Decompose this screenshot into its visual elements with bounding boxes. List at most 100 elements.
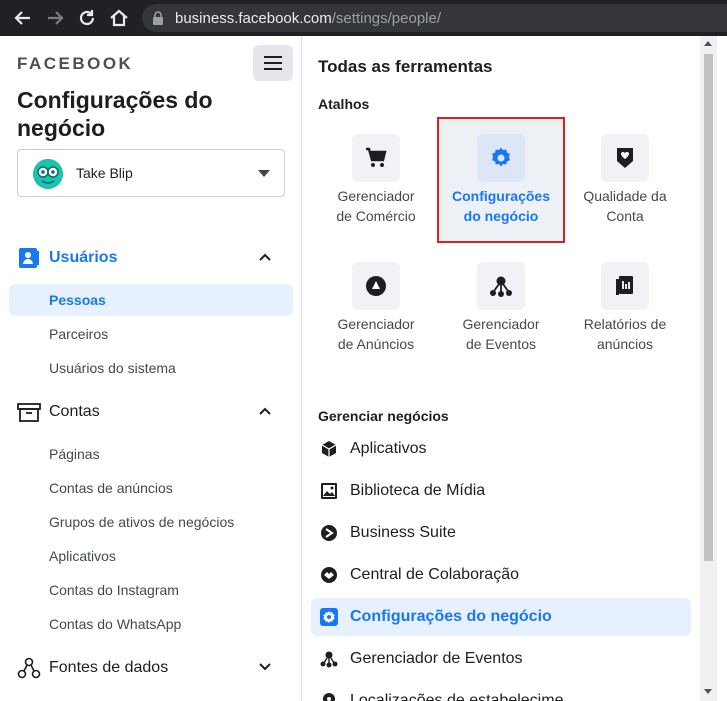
main-scrollbar[interactable] [700,36,717,701]
section-label: Usuários [49,249,118,266]
tool-gerenciador-eventos[interactable]: Gerenciador de Eventos [311,640,691,678]
sidebar-item-label: Contas do WhatsApp [49,616,182,632]
account-name: Take Blip [76,165,133,181]
ads-manager-icon [366,276,386,296]
tile-label-line2: anúncios [596,336,654,352]
forward-arrow-icon[interactable] [44,7,66,29]
sidebar-item-label: Contas do Instagram [49,582,179,598]
tile-label-line1: Qualidade da [583,188,667,204]
tool-configuracoes-negocio[interactable]: Configurações do negócio [311,598,691,636]
url-path: /settings/people/ [331,10,442,27]
browser-toolbar: business.facebook.com/settings/people/ [0,0,727,36]
section-usuarios[interactable]: Usuários [0,240,301,276]
sidebar-item-instagram[interactable]: Contas do Instagram [9,574,293,606]
shield-icon [617,148,633,168]
tile-label-line2: de Eventos [465,336,537,352]
sidebar-item-paginas[interactable]: Páginas [9,438,293,470]
sidebar-item-label: Parceiros [49,326,109,342]
section-contas[interactable]: Contas [0,394,301,430]
section-label: Fontes de dados [49,659,169,676]
shortcut-configuracoes-negocio-highlighted[interactable]: Configurações do negócio [439,134,563,254]
sidebar-item-parceiros[interactable]: Parceiros [9,318,293,350]
shopping-cart-icon [366,147,387,167]
tile-label-line2: de Comércio [336,208,416,224]
tool-label: Central de Colaboração [350,566,519,583]
panel-title: Todas as ferramentas [318,57,493,76]
tool-biblioteca-midia[interactable]: Biblioteca de Mídia [311,472,691,510]
shortcut-gerenciador-comercio[interactable]: Gerenciador de Comércio [314,134,438,254]
tile-label-line1: Gerenciador [462,316,540,332]
sidebar-item-contas-anuncios[interactable]: Contas de anúncios [9,472,293,504]
sidebar-item-aplicativos[interactable]: Aplicativos [9,540,293,572]
sidebar-item-label: Páginas [49,446,100,462]
sidebar: FACEBOOK Configurações do negócio Take B… [0,36,302,701]
chevron-down-icon [259,663,271,671]
tile-label-line2: do negócio [463,208,539,224]
section-label: Contas [49,403,100,420]
tool-label: Aplicativos [350,440,427,457]
section-fontes-dados[interactable]: Fontes de dados [0,650,301,686]
shortcut-gerenciador-eventos[interactable]: Gerenciador de Eventos [439,262,563,382]
users-icon [19,248,39,268]
scroll-down-arrow-icon[interactable] [704,689,712,694]
sidebar-item-whatsapp[interactable]: Contas do WhatsApp [9,608,293,640]
tool-aplicativos[interactable]: Aplicativos [311,430,691,468]
business-account-selector[interactable]: Take Blip [17,149,285,197]
business-suite-icon [321,525,337,541]
manage-business-label: Gerenciar negócios [318,408,449,424]
sidebar-item-label: Pessoas [49,292,106,308]
tool-central-colaboracao[interactable]: Central de Colaboração [311,556,691,594]
address-bar[interactable]: business.facebook.com/settings/people/ [142,4,727,32]
tool-label: Biblioteca de Mídia [350,482,486,499]
home-icon[interactable] [108,7,130,29]
back-arrow-icon[interactable] [12,7,34,29]
tool-label: Configurações do negócio [350,608,552,625]
sidebar-item-usuarios-sistema[interactable]: Usuários do sistema [9,352,293,384]
sidebar-item-label: Grupos de ativos de negócios [49,514,235,530]
tile-label-line1: Configurações [451,188,550,204]
tool-label: Business Suite [350,524,456,541]
menu-toggle-button[interactable] [253,45,293,81]
tool-label: Gerenciador de Eventos [350,650,523,667]
events-manager-icon [490,276,512,297]
url-domain: business.facebook.com [175,10,332,27]
sidebar-item-label: Usuários do sistema [49,360,176,376]
tool-business-suite[interactable]: Business Suite [311,514,691,552]
tile-label-line1: Gerenciador [337,188,415,204]
hamburger-icon [264,56,282,58]
location-pin-icon [323,693,335,701]
tool-label: Localizações de estabelecime [350,692,564,701]
tile-label-line1: Gerenciador [337,316,415,332]
lock-icon [153,11,163,25]
tile-label-line1: Relatórios de [583,316,667,332]
scroll-up-arrow-icon[interactable] [704,41,712,46]
sidebar-item-grupos-ativos[interactable]: Grupos de ativos de negócios [9,506,293,538]
account-avatar [33,159,63,189]
media-library-icon [321,483,337,499]
tile-label-line2: de Anúncios [337,336,415,352]
handshake-icon [321,567,337,583]
cube-icon [321,441,337,457]
scroll-thumb[interactable] [704,54,713,561]
shortcuts-label: Atalhos [318,96,370,112]
tile-label-line2: Conta [606,208,644,224]
chevron-up-icon [259,407,271,415]
facebook-logo: FACEBOOK [17,54,134,73]
tool-localizacoes[interactable]: Localizações de estabelecime [311,682,691,701]
gear-icon [320,608,338,626]
shortcut-qualidade-conta[interactable]: Qualidade da Conta [563,134,687,254]
sidebar-item-label: Contas de anúncios [49,480,173,496]
page-edge [717,36,727,701]
data-sources-icon [17,657,41,679]
page-title: Configurações do negócio [17,87,213,141]
url-text: business.facebook.com/settings/people/ [175,10,441,27]
reload-icon[interactable] [76,7,98,29]
sidebar-item-pessoas[interactable]: Pessoas [9,284,293,316]
events-manager-icon [320,651,338,668]
shortcut-relatorios-anuncios[interactable]: Relatórios de anúncios [563,262,687,382]
shortcut-gerenciador-anuncios[interactable]: Gerenciador de Anúncios [314,262,438,382]
sidebar-item-label: Aplicativos [49,548,116,564]
caret-down-icon [258,170,270,177]
gear-icon [492,147,510,167]
chevron-up-icon [259,253,271,261]
